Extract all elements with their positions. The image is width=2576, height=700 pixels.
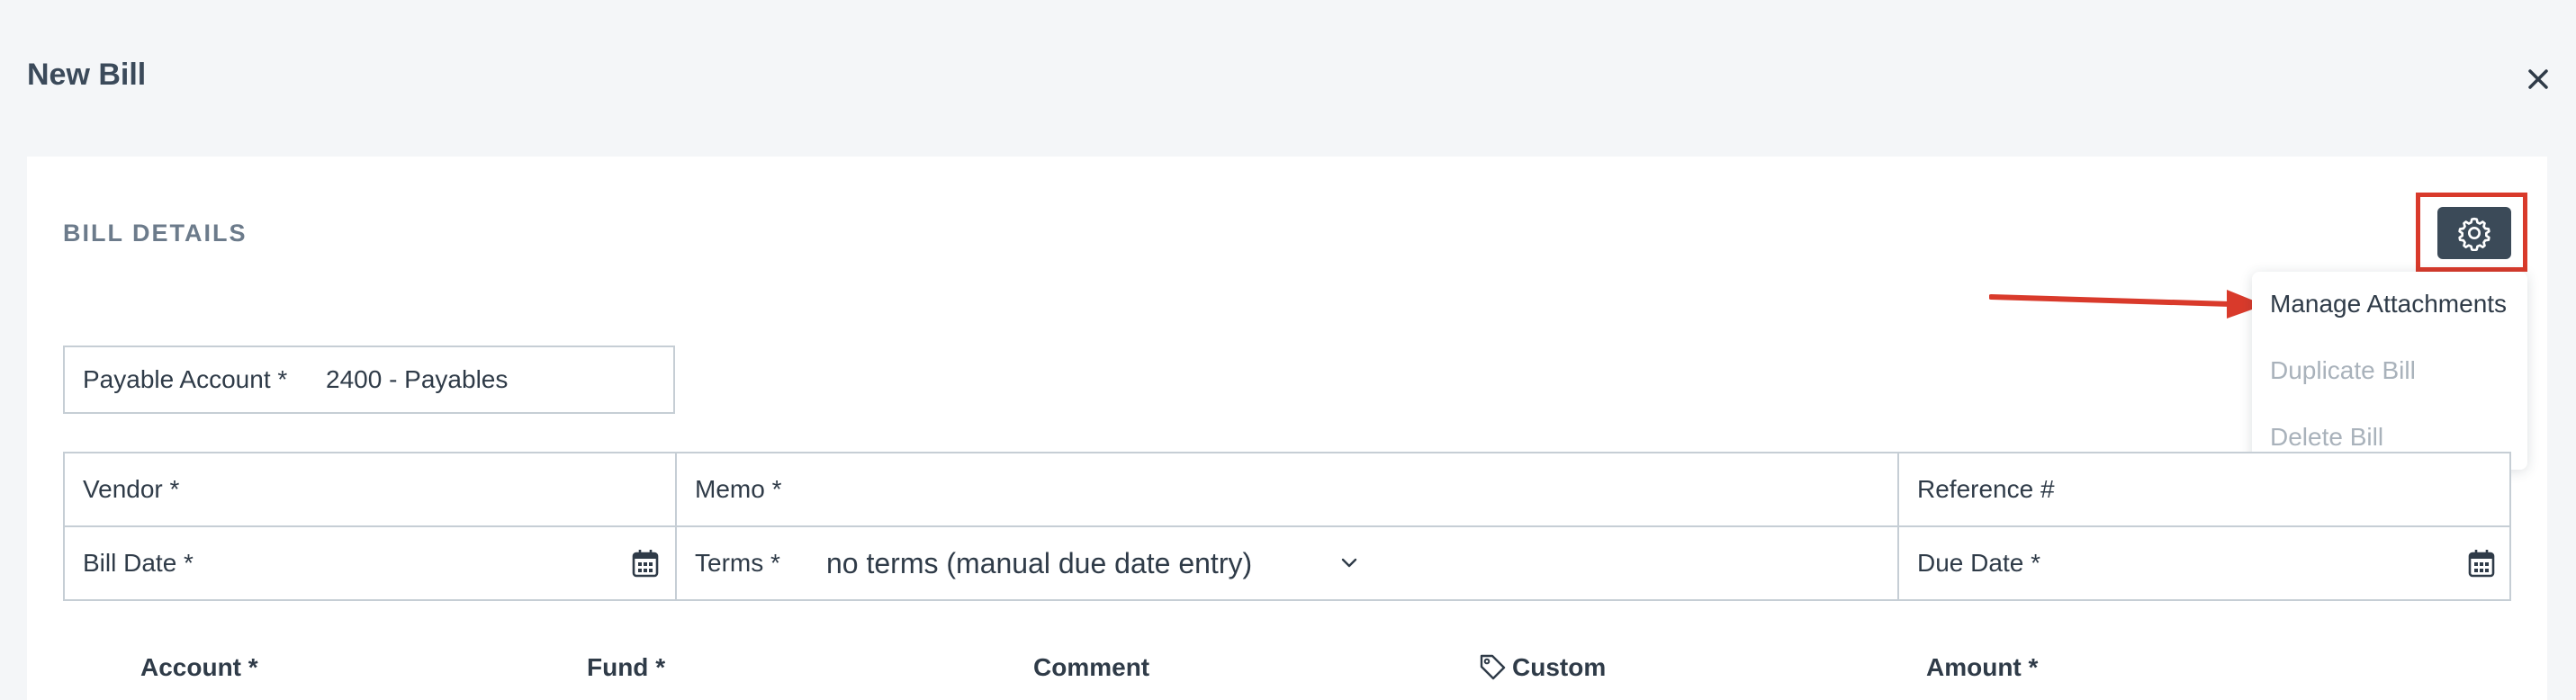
vendor-field[interactable]: Vendor * bbox=[65, 453, 675, 525]
terms-field[interactable]: Terms * no terms (manual due date entry) bbox=[677, 527, 1897, 599]
menu-item-manage-attachments[interactable]: Manage Attachments bbox=[2270, 290, 2507, 319]
annotation-arrow bbox=[1989, 290, 2265, 319]
column-header-account: Account * bbox=[140, 653, 258, 681]
bill-fields-grid: Vendor * Memo * Reference # Bill Date * … bbox=[63, 452, 2511, 601]
tag-icon bbox=[1480, 654, 1506, 680]
column-header-comment: Comment bbox=[1033, 653, 1150, 681]
gear-icon bbox=[2458, 217, 2490, 251]
terms-select[interactable]: no terms (manual due date entry) bbox=[826, 527, 1252, 599]
terms-label: Terms * bbox=[695, 549, 780, 577]
column-header-amount: Amount * bbox=[1926, 653, 2039, 681]
memo-field[interactable]: Memo * bbox=[677, 453, 1897, 525]
bill-details-card bbox=[27, 157, 2547, 700]
memo-label: Memo * bbox=[695, 475, 782, 503]
settings-button[interactable] bbox=[2437, 207, 2511, 259]
reference-label: Reference # bbox=[1917, 475, 2055, 503]
payable-account-label: Payable Account * bbox=[83, 365, 288, 393]
close-icon[interactable] bbox=[2527, 68, 2549, 90]
chevron-down-icon[interactable] bbox=[1339, 552, 1359, 572]
menu-item-duplicate-bill[interactable]: Duplicate Bill bbox=[2270, 356, 2416, 385]
calendar-icon[interactable] bbox=[2468, 549, 2495, 578]
payable-account-field[interactable]: Payable Account * 2400 - Payables bbox=[63, 346, 675, 414]
reference-field[interactable]: Reference # bbox=[1899, 453, 2511, 525]
bill-date-field[interactable]: Bill Date * bbox=[65, 527, 675, 599]
section-title: BILL DETAILS bbox=[63, 220, 248, 247]
close-button[interactable] bbox=[2520, 61, 2556, 97]
settings-dropdown-menu: Manage Attachments Duplicate Bill Delete… bbox=[2252, 272, 2527, 470]
due-date-label: Due Date * bbox=[1917, 549, 2040, 577]
column-header-fund: Fund * bbox=[587, 653, 666, 681]
calendar-icon[interactable] bbox=[632, 549, 659, 578]
menu-item-delete-bill[interactable]: Delete Bill bbox=[2270, 423, 2383, 452]
payable-account-value[interactable]: 2400 - Payables bbox=[326, 347, 508, 412]
modal-title: New Bill bbox=[27, 58, 147, 92]
bill-date-label: Bill Date * bbox=[83, 549, 194, 577]
vendor-label: Vendor * bbox=[83, 475, 180, 503]
due-date-field[interactable]: Due Date * bbox=[1899, 527, 2511, 599]
column-header-custom: Custom bbox=[1512, 653, 1607, 681]
